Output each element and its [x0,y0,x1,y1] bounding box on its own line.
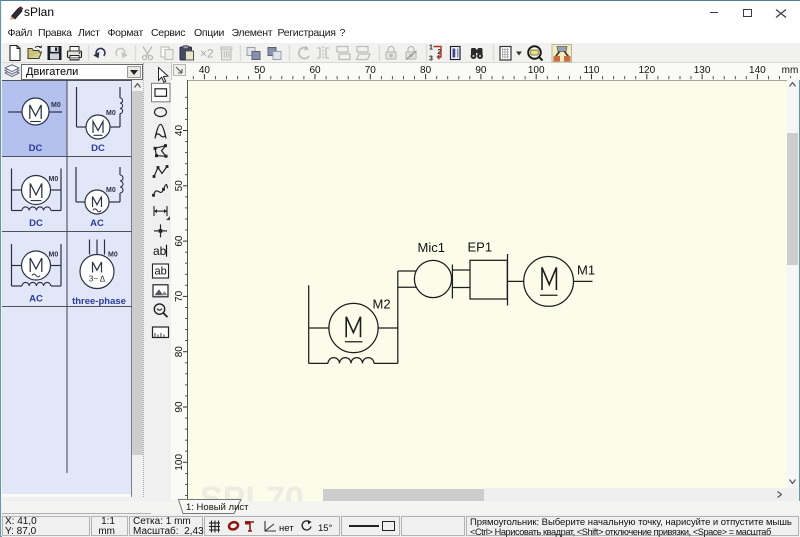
svg-text:60: 60 [309,65,321,76]
svg-text:M1: M1 [577,263,595,278]
svg-text:90: 90 [475,65,487,76]
svg-text:50: 50 [174,180,185,192]
svg-text:mm: mm [782,65,799,76]
svg-text:40: 40 [199,65,211,76]
svg-text:70: 70 [365,65,377,76]
svg-text:DC: DC [91,143,105,154]
svg-text:AC: AC [90,218,104,229]
svg-text:60: 60 [174,235,185,247]
svg-text:M2: M2 [373,297,391,312]
svg-text:140: 140 [749,65,766,76]
svg-text:80: 80 [420,65,432,76]
svg-text:15°: 15° [318,523,333,534]
svg-text:100: 100 [174,454,185,471]
svg-text:DC: DC [29,143,43,154]
svg-text:M0: M0 [49,176,59,183]
svg-text:70: 70 [174,290,185,302]
svg-text:SPL70: SPL70 [200,480,304,501]
svg-text:AC: AC [29,294,43,305]
svg-text:3~ Δ: 3~ Δ [89,275,106,284]
svg-text:50: 50 [254,65,266,76]
svg-text:Mic1: Mic1 [418,240,445,255]
svg-text:100: 100 [528,65,545,76]
svg-text:three-phase: three-phase [72,296,126,307]
svg-text:120: 120 [638,65,655,76]
svg-text:80: 80 [174,346,185,358]
svg-text:M0: M0 [49,252,59,259]
svg-text:×2: ×2 [200,47,214,61]
svg-text:M0: M0 [51,102,61,109]
svg-text:M0: M0 [108,252,118,259]
svg-text:ab: ab [153,244,167,258]
svg-text:нет: нет [279,523,294,534]
svg-text:130: 130 [694,65,711,76]
svg-text:ab: ab [155,266,167,278]
svg-text:90: 90 [174,401,185,413]
svg-text:EP1: EP1 [468,240,493,255]
svg-text:1: 1 [429,45,433,52]
svg-text:110: 110 [584,65,600,76]
svg-text:DC: DC [29,218,43,229]
svg-text:1: Новый лист: 1: Новый лист [186,502,249,513]
svg-text:M0: M0 [106,110,116,117]
svg-text:40: 40 [174,125,185,137]
svg-text:M0: M0 [106,187,116,194]
